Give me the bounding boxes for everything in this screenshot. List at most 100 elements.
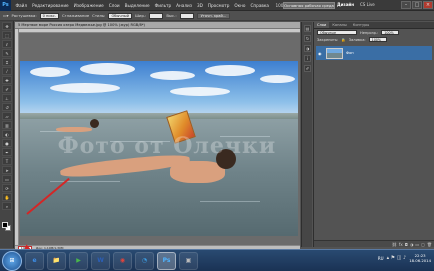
- hand-tool-icon[interactable]: ✋: [2, 193, 12, 201]
- layer-name: Фон: [346, 51, 354, 55]
- feather-input[interactable]: 0 пикс.: [39, 12, 60, 19]
- image-cloud: [80, 63, 135, 75]
- tab-paths[interactable]: Контуры: [350, 22, 372, 28]
- taskbar-app-word[interactable]: W: [91, 251, 110, 270]
- panel-dock-icons: ▤ ↻ ◑ i ✐: [301, 22, 312, 247]
- document-tab[interactable]: 5 Мертвое море Россия озеро Медвежье.jpg…: [15, 22, 300, 29]
- add-mask-icon[interactable]: ◘: [405, 242, 408, 247]
- refine-edge-button[interactable]: Уточн. край...: [196, 12, 231, 19]
- healing-brush-tool-icon[interactable]: ✚: [2, 76, 12, 84]
- close-icon[interactable]: ×: [423, 1, 433, 9]
- menu-window[interactable]: Окно: [232, 3, 248, 8]
- new-adjustment-icon[interactable]: ◑: [410, 242, 414, 247]
- lock-row: Закрепить: 🔒 Заливка: 100%: [314, 36, 434, 43]
- shape-tool-icon[interactable]: ▭: [2, 175, 12, 183]
- lock-icon[interactable]: 🔒: [341, 38, 345, 42]
- image-cloud: [260, 75, 295, 83]
- design-workspace-link[interactable]: Дизайн: [337, 2, 354, 7]
- tab-channels[interactable]: Каналы: [329, 22, 349, 28]
- type-tool-icon[interactable]: T: [2, 157, 12, 165]
- width-input[interactable]: [149, 12, 164, 19]
- gradient-tool-icon[interactable]: ▥: [2, 121, 12, 129]
- menu-edit[interactable]: Редактирование: [30, 3, 72, 8]
- language-indicator[interactable]: RU: [378, 256, 384, 261]
- minimize-icon[interactable]: –: [401, 1, 411, 9]
- brush-tool-icon[interactable]: ✐: [2, 85, 12, 93]
- start-button[interactable]: ⊞: [2, 250, 22, 271]
- menu-filter[interactable]: Фильтр: [152, 3, 174, 8]
- marquee-tool-icon[interactable]: ⬚: [2, 31, 12, 39]
- marquee-tool-icon[interactable]: ▭▾: [3, 13, 9, 18]
- zoom-tool-icon[interactable]: ⌕: [2, 202, 12, 210]
- menu-3d[interactable]: 3D: [194, 3, 205, 8]
- eraser-tool-icon[interactable]: ▱: [2, 112, 12, 120]
- quick-select-tool-icon[interactable]: ✎: [2, 49, 12, 57]
- system-tray: RU ▴ ⚑ ◫ ♪ 22:23 18.06.2014: [378, 253, 431, 263]
- menu-analysis[interactable]: Анализ: [174, 3, 195, 8]
- photoshop-icon: Ps: [162, 257, 171, 264]
- maximize-icon[interactable]: □: [412, 1, 422, 9]
- taskbar-app-photoshop[interactable]: Ps: [157, 251, 176, 270]
- 3d-rotate-tool-icon[interactable]: ⟳: [2, 184, 12, 192]
- foreground-color-swatch[interactable]: [2, 222, 8, 228]
- fill-input[interactable]: 100%: [368, 37, 387, 42]
- blend-mode-select[interactable]: Обычные: [317, 30, 357, 35]
- word-icon: W: [97, 257, 104, 264]
- layers-panel: Слои Каналы Контуры Обычные Непрозр.: 10…: [313, 22, 434, 247]
- history-icon[interactable]: ↻: [304, 35, 311, 42]
- window-controls: – □ ×: [401, 1, 433, 9]
- taskbar-app-explorer[interactable]: 📁: [47, 251, 66, 270]
- menu-layers[interactable]: Слои: [106, 3, 122, 8]
- tray-icons[interactable]: ▴ ⚑ ◫ ♪: [387, 255, 407, 261]
- move-tool-icon[interactable]: ✥: [2, 22, 12, 30]
- layers-panel-tabs: Слои Каналы Контуры: [314, 22, 434, 29]
- menu-image[interactable]: Изображение: [71, 3, 106, 8]
- smoothing-checkbox[interactable]: Сглаживание: [62, 13, 89, 18]
- opacity-input[interactable]: 100%: [381, 30, 400, 35]
- brushes-icon[interactable]: ✐: [304, 65, 311, 72]
- taskbar-app-chrome[interactable]: ◔: [135, 251, 154, 270]
- menu-view[interactable]: Просмотр: [205, 3, 232, 8]
- layers-panel-footer: ⛓ fx ◘ ◑ ▭ ▢ 🗑: [314, 240, 434, 247]
- layer-row[interactable]: ◉ Фон: [316, 46, 432, 60]
- pen-tool-icon[interactable]: ✒: [2, 148, 12, 156]
- info-icon[interactable]: i: [304, 55, 311, 62]
- layer-style-icon[interactable]: fx: [399, 242, 403, 247]
- workspace-button[interactable]: Основная рабочая среда: [283, 2, 335, 9]
- menu-file[interactable]: Файл: [13, 3, 30, 8]
- taskbar-app-internet-explorer[interactable]: e: [25, 251, 44, 270]
- taskbar-app-opera[interactable]: ◉: [113, 251, 132, 270]
- document-image[interactable]: Фото от Олечки: [20, 61, 298, 236]
- crop-tool-icon[interactable]: ⌗: [2, 58, 12, 66]
- style-select[interactable]: Обычный: [108, 12, 132, 19]
- taskbar-app-window[interactable]: ▣: [179, 251, 198, 270]
- adjustments-icon[interactable]: ◑: [304, 45, 311, 52]
- new-layer-icon[interactable]: ▢: [421, 242, 425, 247]
- width-label: Шир.:: [134, 13, 147, 18]
- eyedropper-tool-icon[interactable]: ⁄: [2, 67, 12, 75]
- cs-live-button[interactable]: CS Live: [360, 2, 375, 7]
- link-layers-icon[interactable]: ⛓: [392, 242, 397, 247]
- opacity-label: Непрозр.:: [360, 30, 379, 35]
- clone-stamp-tool-icon[interactable]: ⊥: [2, 94, 12, 102]
- internet-explorer-icon: e: [32, 257, 37, 264]
- horizontal-ruler[interactable]: [15, 29, 300, 33]
- height-input[interactable]: [179, 12, 194, 19]
- tab-layers[interactable]: Слои: [314, 22, 330, 28]
- menu-select[interactable]: Выделение: [122, 3, 152, 8]
- blur-tool-icon[interactable]: ◐: [2, 130, 12, 138]
- visibility-eye-icon[interactable]: ◉: [318, 51, 323, 56]
- feather-label: Растушевка:: [11, 13, 37, 18]
- windows-taskbar: ⊞ e 📁 ▶ W ◉ ◔ Ps ▣ RU ▴ ⚑ ◫ ♪ 22:23 18.0…: [0, 249, 434, 271]
- dodge-tool-icon[interactable]: ●: [2, 139, 12, 147]
- vertical-ruler[interactable]: [15, 29, 19, 245]
- clock[interactable]: 22:23 18.06.2014: [409, 253, 431, 263]
- path-select-tool-icon[interactable]: ➤: [2, 166, 12, 174]
- lasso-tool-icon[interactable]: ℓ: [2, 40, 12, 48]
- history-brush-tool-icon[interactable]: ↺: [2, 103, 12, 111]
- taskbar-app-media-player[interactable]: ▶: [69, 251, 88, 270]
- delete-layer-icon[interactable]: 🗑: [427, 242, 432, 247]
- histogram-icon[interactable]: ▤: [304, 25, 311, 32]
- new-group-icon[interactable]: ▭: [415, 242, 419, 247]
- menu-help[interactable]: Справка: [248, 3, 271, 8]
